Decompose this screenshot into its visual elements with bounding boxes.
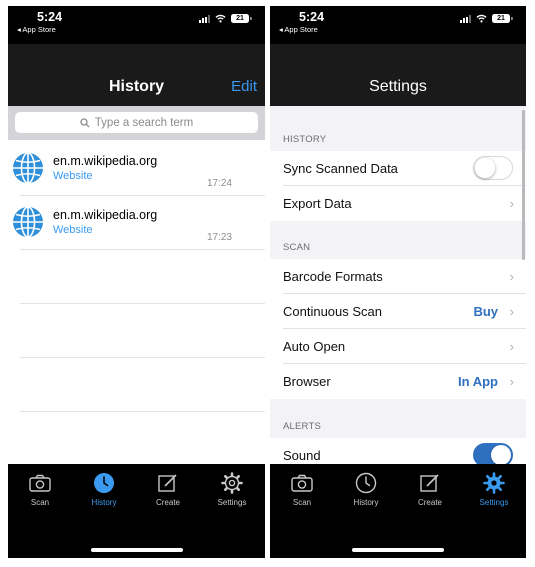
toggle-knob <box>491 445 511 464</box>
history-item-title: en.m.wikipedia.org <box>53 154 158 168</box>
status-bar: 5:24 ◂ App Store 21 <box>270 6 526 44</box>
camera-icon <box>291 474 313 492</box>
navigation-bar: History Edit <box>8 44 265 106</box>
setting-label: Auto Open <box>283 339 346 354</box>
page-title: History <box>108 78 165 95</box>
clock-icon <box>94 473 114 493</box>
status-time: 5:24 <box>299 10 325 24</box>
page-title: Settings <box>369 78 427 95</box>
edit-icon <box>158 474 177 492</box>
barcode-formats-row[interactable]: Barcode Formats › <box>270 259 526 294</box>
history-row[interactable]: en.m.wikipedia.org Website 17:24 <box>8 140 265 194</box>
tab-scan[interactable]: Scan <box>277 472 327 507</box>
navigation-bar: Settings <box>270 44 526 106</box>
tab-label: Settings <box>217 498 247 507</box>
tab-label: Settings <box>479 498 509 507</box>
sync-toggle[interactable] <box>473 156 513 180</box>
sound-toggle[interactable] <box>473 443 513 464</box>
wifi-icon <box>476 14 487 23</box>
status-icons: 21 <box>199 14 252 23</box>
chevron-right-icon: › <box>509 339 514 354</box>
edit-icon <box>420 474 439 492</box>
section-header-alerts: ALERTS <box>283 421 321 432</box>
setting-label: Continuous Scan <box>283 304 383 319</box>
settings-list[interactable]: HISTORY Sync Scanned Data Export Data › … <box>270 106 526 464</box>
gear-icon <box>483 472 505 494</box>
battery-icon: 21 <box>492 14 513 23</box>
settings-screen: 5:24 ◂ App Store 21 Settings HISTORY Syn… <box>270 6 526 558</box>
tab-label: Scan <box>30 498 50 507</box>
row-divider <box>20 357 265 358</box>
continuous-scan-row[interactable]: Continuous Scan Buy › <box>270 294 526 329</box>
tab-settings[interactable]: Settings <box>469 472 519 507</box>
search-icon <box>80 117 90 127</box>
search-input[interactable]: Type a search term <box>15 112 258 133</box>
tab-label: History <box>91 498 117 507</box>
back-to-app-store-link[interactable]: ◂ App Store <box>17 25 56 34</box>
export-data-row[interactable]: Export Data › <box>270 186 526 221</box>
battery-icon: 21 <box>231 14 252 23</box>
gear-icon <box>221 472 243 494</box>
back-to-app-store-link[interactable]: ◂ App Store <box>279 25 318 34</box>
tab-history[interactable]: History <box>341 472 391 507</box>
home-indicator[interactable] <box>90 548 183 552</box>
browser-value: In App <box>458 374 498 389</box>
globe-icon <box>13 152 43 184</box>
tab-history[interactable]: History <box>79 472 129 507</box>
chevron-right-icon: › <box>509 269 514 284</box>
row-divider <box>20 303 265 304</box>
tab-label: Scan <box>292 498 312 507</box>
history-list: en.m.wikipedia.org Website 17:24 en.m.wi… <box>8 140 265 466</box>
setting-label: Barcode Formats <box>283 269 383 284</box>
tab-bar: Scan History Create Settings <box>8 464 265 558</box>
row-divider <box>20 195 265 196</box>
row-divider <box>20 249 265 250</box>
cellular-signal-icon <box>460 14 471 23</box>
tab-settings[interactable]: Settings <box>207 472 257 507</box>
sound-row[interactable]: Sound <box>270 438 526 464</box>
history-row[interactable]: en.m.wikipedia.org Website 17:23 <box>8 194 265 248</box>
section-header-history: HISTORY <box>283 134 327 145</box>
status-icons: 21 <box>460 14 513 23</box>
status-time: 5:24 <box>37 10 63 24</box>
tab-scan[interactable]: Scan <box>15 472 65 507</box>
search-bar: Type a search term <box>8 106 265 140</box>
history-item-type: Website <box>53 224 93 236</box>
search-placeholder: Type a search term <box>94 116 194 129</box>
edit-button[interactable]: Edit <box>231 78 257 95</box>
tab-create[interactable]: Create <box>405 472 455 507</box>
setting-label: Export Data <box>283 196 352 211</box>
chevron-right-icon: › <box>509 374 514 389</box>
buy-value: Buy <box>473 304 498 319</box>
history-item-time: 17:24 <box>206 178 232 189</box>
history-item-time: 17:23 <box>206 232 232 243</box>
auto-open-row[interactable]: Auto Open › <box>270 329 526 364</box>
setting-label: Sync Scanned Data <box>283 161 398 176</box>
sync-scanned-data-row[interactable]: Sync Scanned Data <box>270 151 526 186</box>
browser-row[interactable]: Browser In App › <box>270 364 526 399</box>
toggle-knob <box>475 158 495 178</box>
history-item-title: en.m.wikipedia.org <box>53 208 158 222</box>
tab-create[interactable]: Create <box>143 472 193 507</box>
camera-icon <box>29 474 51 492</box>
clock-icon <box>355 472 377 494</box>
tab-label: Create <box>417 498 442 507</box>
scrollbar[interactable] <box>522 110 525 260</box>
setting-label: Sound <box>283 448 321 463</box>
tab-bar: Scan History Create Settings <box>270 464 526 558</box>
chevron-right-icon: › <box>509 304 514 319</box>
wifi-icon <box>215 14 226 23</box>
tab-label: Create <box>155 498 180 507</box>
row-divider <box>20 411 265 412</box>
history-item-type: Website <box>53 170 93 182</box>
history-screen: 5:24 ◂ App Store 21 History Edit Type a … <box>8 6 265 558</box>
cellular-signal-icon <box>199 14 210 23</box>
section-header-scan: SCAN <box>283 242 311 253</box>
status-bar: 5:24 ◂ App Store 21 <box>8 6 265 44</box>
chevron-right-icon: › <box>509 196 514 211</box>
globe-icon <box>13 206 43 238</box>
home-indicator[interactable] <box>352 548 444 552</box>
setting-label: Browser <box>283 374 331 389</box>
tab-label: History <box>353 498 379 507</box>
